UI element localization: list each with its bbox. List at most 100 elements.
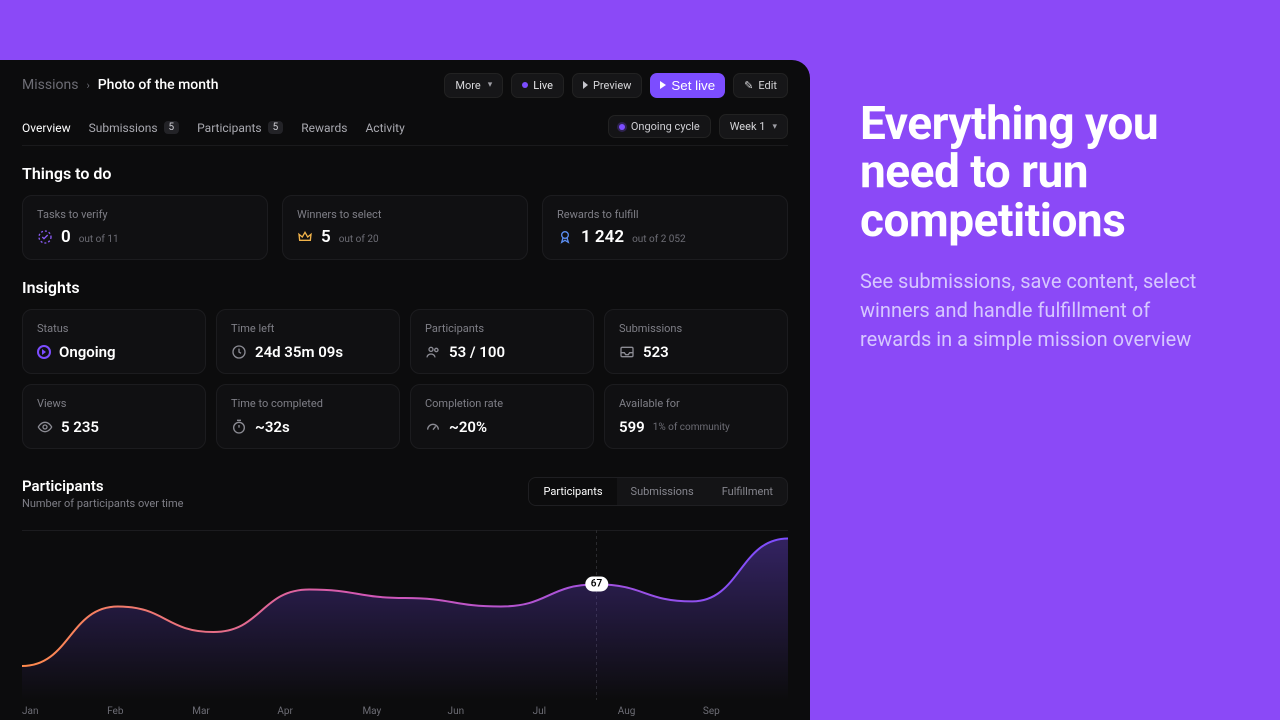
app-panel: Missions › Photo of the month More ▾ Liv… — [0, 60, 810, 720]
participants-title: Participants — [22, 477, 183, 495]
tab-label: Overview — [22, 121, 71, 135]
insight-card: Time to completed ~32s — [216, 384, 400, 449]
verify-icon — [37, 229, 53, 245]
tabs-row: Overview Submissions 5 Participants 5 Rewards… — [22, 114, 788, 146]
eye-icon — [37, 419, 53, 435]
breadcrumb-root[interactable]: Missions — [22, 77, 78, 93]
more-dropdown[interactable]: More ▾ — [444, 73, 503, 98]
insight-value: 24d 35m 09s — [255, 343, 343, 361]
insight-label: Views — [37, 397, 191, 410]
insight-value: Ongoing — [59, 343, 116, 361]
tab-label: Rewards — [301, 121, 347, 135]
tab-submissions[interactable]: Submissions 5 — [89, 115, 180, 145]
tabs-right: Ongoing cycle Week 1 ▾ — [608, 114, 788, 139]
chart-segment-control: ParticipantsSubmissionsFulfillment — [528, 477, 788, 506]
header: Missions › Photo of the month More ▾ Liv… — [22, 60, 788, 100]
more-label: More — [455, 79, 480, 92]
insight-value: 53 / 100 — [449, 343, 505, 361]
card-value: 1 242 — [581, 227, 624, 247]
tab-label: Activity — [365, 121, 404, 135]
tab-activity[interactable]: Activity — [365, 115, 404, 145]
insight-value: ~20% — [449, 418, 487, 436]
insight-card: Available for5991% of community — [604, 384, 788, 449]
inbox-icon — [619, 344, 635, 360]
edit-button[interactable]: ✎ Edit — [733, 73, 788, 98]
tab-label: Participants — [197, 121, 261, 135]
card-sub: out of 11 — [79, 234, 119, 245]
card-sub: out of 20 — [339, 234, 379, 245]
chart-svg — [22, 530, 788, 700]
live-status[interactable]: Live — [511, 73, 564, 98]
participants-header: Participants Number of participants over… — [22, 477, 788, 510]
segment-fulfillment[interactable]: Fulfillment — [708, 478, 787, 505]
axis-tick: Sep — [703, 706, 788, 717]
chevron-right-icon: › — [86, 79, 89, 92]
card-value: 0 — [61, 227, 71, 247]
insight-label: Time to completed — [231, 397, 385, 410]
people-icon — [425, 344, 441, 360]
play-outline-icon — [583, 81, 588, 89]
insight-sub: 1% of community — [653, 422, 730, 433]
todo-card[interactable]: Winners to select 5 out of 20 — [282, 195, 528, 260]
axis-tick: Feb — [107, 706, 192, 717]
chart-tooltip: 67 — [585, 577, 608, 592]
insight-card: Completion rate ~20% — [410, 384, 594, 449]
cycle-label: Ongoing cycle — [631, 120, 700, 133]
card-value: 5 — [321, 227, 331, 247]
todo-card[interactable]: Rewards to fulfill 1 242 out of 2 052 — [542, 195, 788, 260]
tab-overview[interactable]: Overview — [22, 115, 71, 145]
card-label: Rewards to fulfill — [557, 208, 773, 221]
marketing-panel: Everything you need to run competitions … — [810, 0, 1280, 720]
live-dot-icon — [522, 82, 528, 88]
axis-tick: Aug — [618, 706, 703, 717]
set-live-button[interactable]: Set live — [650, 73, 725, 98]
insight-card: Participants 53 / 100 — [410, 309, 594, 374]
insight-label: Participants — [425, 322, 579, 335]
tab-rewards[interactable]: Rewards — [301, 115, 347, 145]
insight-value: 5 235 — [61, 418, 99, 436]
insight-label: Completion rate — [425, 397, 579, 410]
insight-label: Available for — [619, 397, 773, 410]
insight-label: Status — [37, 322, 191, 335]
tab-badge: 5 — [164, 121, 180, 134]
chevron-down-icon: ▾ — [772, 122, 777, 132]
status-icon — [37, 345, 51, 359]
todo-card[interactable]: Tasks to verify 0 out of 11 — [22, 195, 268, 260]
card-label: Winners to select — [297, 208, 513, 221]
preview-button[interactable]: Preview — [572, 73, 642, 98]
marketing-body: See submissions, save content, select wi… — [860, 267, 1220, 354]
segment-submissions[interactable]: Submissions — [617, 478, 708, 505]
things-to-do-title: Things to do — [22, 164, 788, 183]
crown-icon — [297, 229, 313, 245]
card-sub: out of 2 052 — [632, 234, 686, 245]
axis-tick: Jan — [22, 706, 107, 717]
tab-label: Submissions — [89, 121, 158, 135]
header-actions: More ▾ Live Preview Set live ✎ Edit — [444, 73, 788, 98]
breadcrumb-current: Photo of the month — [98, 77, 219, 93]
edit-label: Edit — [758, 79, 777, 92]
insight-value: ~32s — [255, 418, 290, 436]
axis-tick: Apr — [277, 706, 362, 717]
week-selector[interactable]: Week 1 ▾ — [719, 114, 788, 139]
insight-card: Status Ongoing — [22, 309, 206, 374]
award-icon — [557, 229, 573, 245]
segment-participants[interactable]: Participants — [529, 478, 616, 505]
things-to-do-cards: Tasks to verify 0 out of 11 Winners to sele… — [22, 195, 788, 260]
cycle-indicator: Ongoing cycle — [608, 115, 711, 138]
chevron-down-icon: ▾ — [488, 80, 493, 90]
marketing-heading: Everything you need to run competitions — [860, 100, 1242, 245]
tab-participants[interactable]: Participants 5 — [197, 115, 283, 145]
axis-tick: Jul — [533, 706, 618, 717]
insight-label: Time left — [231, 322, 385, 335]
card-label: Tasks to verify — [37, 208, 253, 221]
insights-title: Insights — [22, 278, 788, 297]
tab-badge: 5 — [268, 121, 284, 134]
insight-card: Views 5 235 — [22, 384, 206, 449]
chart-x-axis: JanFebMarAprMayJunJulAugSep — [22, 706, 788, 717]
pencil-icon: ✎ — [744, 79, 753, 92]
insight-label: Submissions — [619, 322, 773, 335]
play-icon — [660, 81, 666, 89]
axis-tick: Jun — [448, 706, 533, 717]
breadcrumb: Missions › Photo of the month — [22, 77, 219, 93]
axis-tick: May — [362, 706, 447, 717]
